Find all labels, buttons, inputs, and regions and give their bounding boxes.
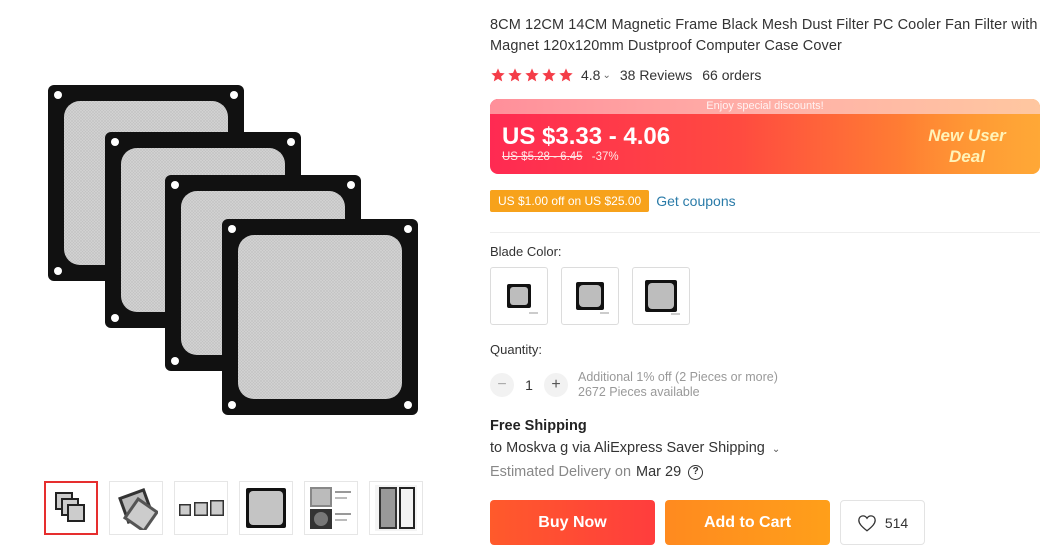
rating-stars [490, 67, 574, 83]
stock-available: 2672 Pieces available [578, 385, 700, 399]
shipping-destination[interactable]: to Moskva g via AliExpress Saver Shippin… [490, 440, 780, 456]
quantity-minus-button[interactable]: − [490, 373, 514, 397]
wishlist-button[interactable]: 514 [840, 500, 925, 545]
promo-line-2: Deal [949, 147, 985, 166]
thumbnail-1[interactable] [44, 481, 98, 535]
price-banner: Enjoy special discounts! US $3.33 - 4.06… [490, 99, 1040, 174]
shipping-title: Free Shipping [490, 418, 587, 434]
thumbnail-6[interactable] [369, 481, 423, 535]
reviews-link[interactable]: 38 Reviews [620, 67, 692, 83]
original-price-row: US $5.28 - 6.45 -37% [502, 151, 619, 163]
price-range: US $3.33 - 4.06 [502, 123, 671, 150]
discount-percent: -37% [591, 151, 619, 163]
product-detail: 8CM 12CM 14CM Magnetic Frame Black Mesh … [490, 0, 1042, 552]
variant-option-140mm[interactable] [632, 267, 690, 325]
quantity-info: Additional 1% off (2 Pieces or more) 267… [578, 370, 778, 400]
rating-score[interactable]: 4.8 [581, 67, 600, 83]
wishlist-count: 514 [884, 514, 909, 531]
divider [490, 232, 1040, 233]
quantity-stepper: − 1 + Additional 1% off (2 Pieces or mor… [490, 370, 778, 400]
thumbnail-3[interactable] [174, 481, 228, 535]
heart-icon [857, 514, 876, 532]
star-icon [491, 68, 505, 82]
original-price: US $5.28 - 6.45 [502, 151, 583, 163]
variant-option-80mm[interactable] [490, 267, 548, 325]
quantity-plus-button[interactable]: + [544, 373, 568, 397]
discount-strip: Enjoy special discounts! [490, 99, 1040, 114]
quantity-label: Quantity: [490, 342, 543, 357]
estimated-delivery-label: Estimated Delivery on [490, 464, 632, 480]
star-icon [508, 68, 522, 82]
help-icon[interactable]: ? [688, 464, 704, 480]
product-gallery [0, 0, 470, 552]
rating-row: 4.8 ⌄ 38 Reviews 66 orders [490, 65, 761, 85]
get-coupons-link[interactable]: Get coupons [656, 193, 735, 209]
product-title: 8CM 12CM 14CM Magnetic Frame Black Mesh … [490, 17, 1038, 54]
estimated-delivery: Estimated Delivery on Mar 29 ? [490, 464, 704, 480]
variant-label: Blade Color: [490, 244, 562, 259]
thumbnail-5[interactable] [304, 481, 358, 535]
coupon-tag[interactable]: US $1.00 off on US $25.00 [490, 190, 650, 212]
variant-option-120mm[interactable] [561, 267, 619, 325]
buy-now-button[interactable]: Buy Now [490, 500, 655, 545]
promo-line-1: New User [928, 126, 1006, 145]
main-product-image[interactable] [40, 75, 430, 425]
thumbnail-4[interactable] [239, 481, 293, 535]
new-user-deal-badge[interactable]: New User Deal [912, 125, 1022, 167]
star-icon [559, 68, 573, 82]
bulk-discount-note: Additional 1% off (2 Pieces or more) [578, 370, 778, 384]
star-icon [525, 68, 539, 82]
chevron-down-icon[interactable]: ⌄ [772, 444, 780, 455]
coupon-row: US $1.00 off on US $25.00 Get coupons [490, 190, 736, 212]
add-to-cart-button[interactable]: Add to Cart [665, 500, 830, 545]
variant-options [490, 267, 690, 325]
estimated-delivery-date: Mar 29 [636, 464, 682, 480]
star-icon [542, 68, 556, 82]
thumbnail-2[interactable] [109, 481, 163, 535]
shipping-method[interactable]: to Moskva g via AliExpress Saver Shippin… [490, 440, 765, 456]
thumbnail-strip [44, 481, 423, 535]
chevron-down-icon[interactable]: ⌄ [602, 70, 610, 81]
quantity-value[interactable]: 1 [514, 377, 544, 393]
orders-count: 66 orders [702, 67, 762, 83]
